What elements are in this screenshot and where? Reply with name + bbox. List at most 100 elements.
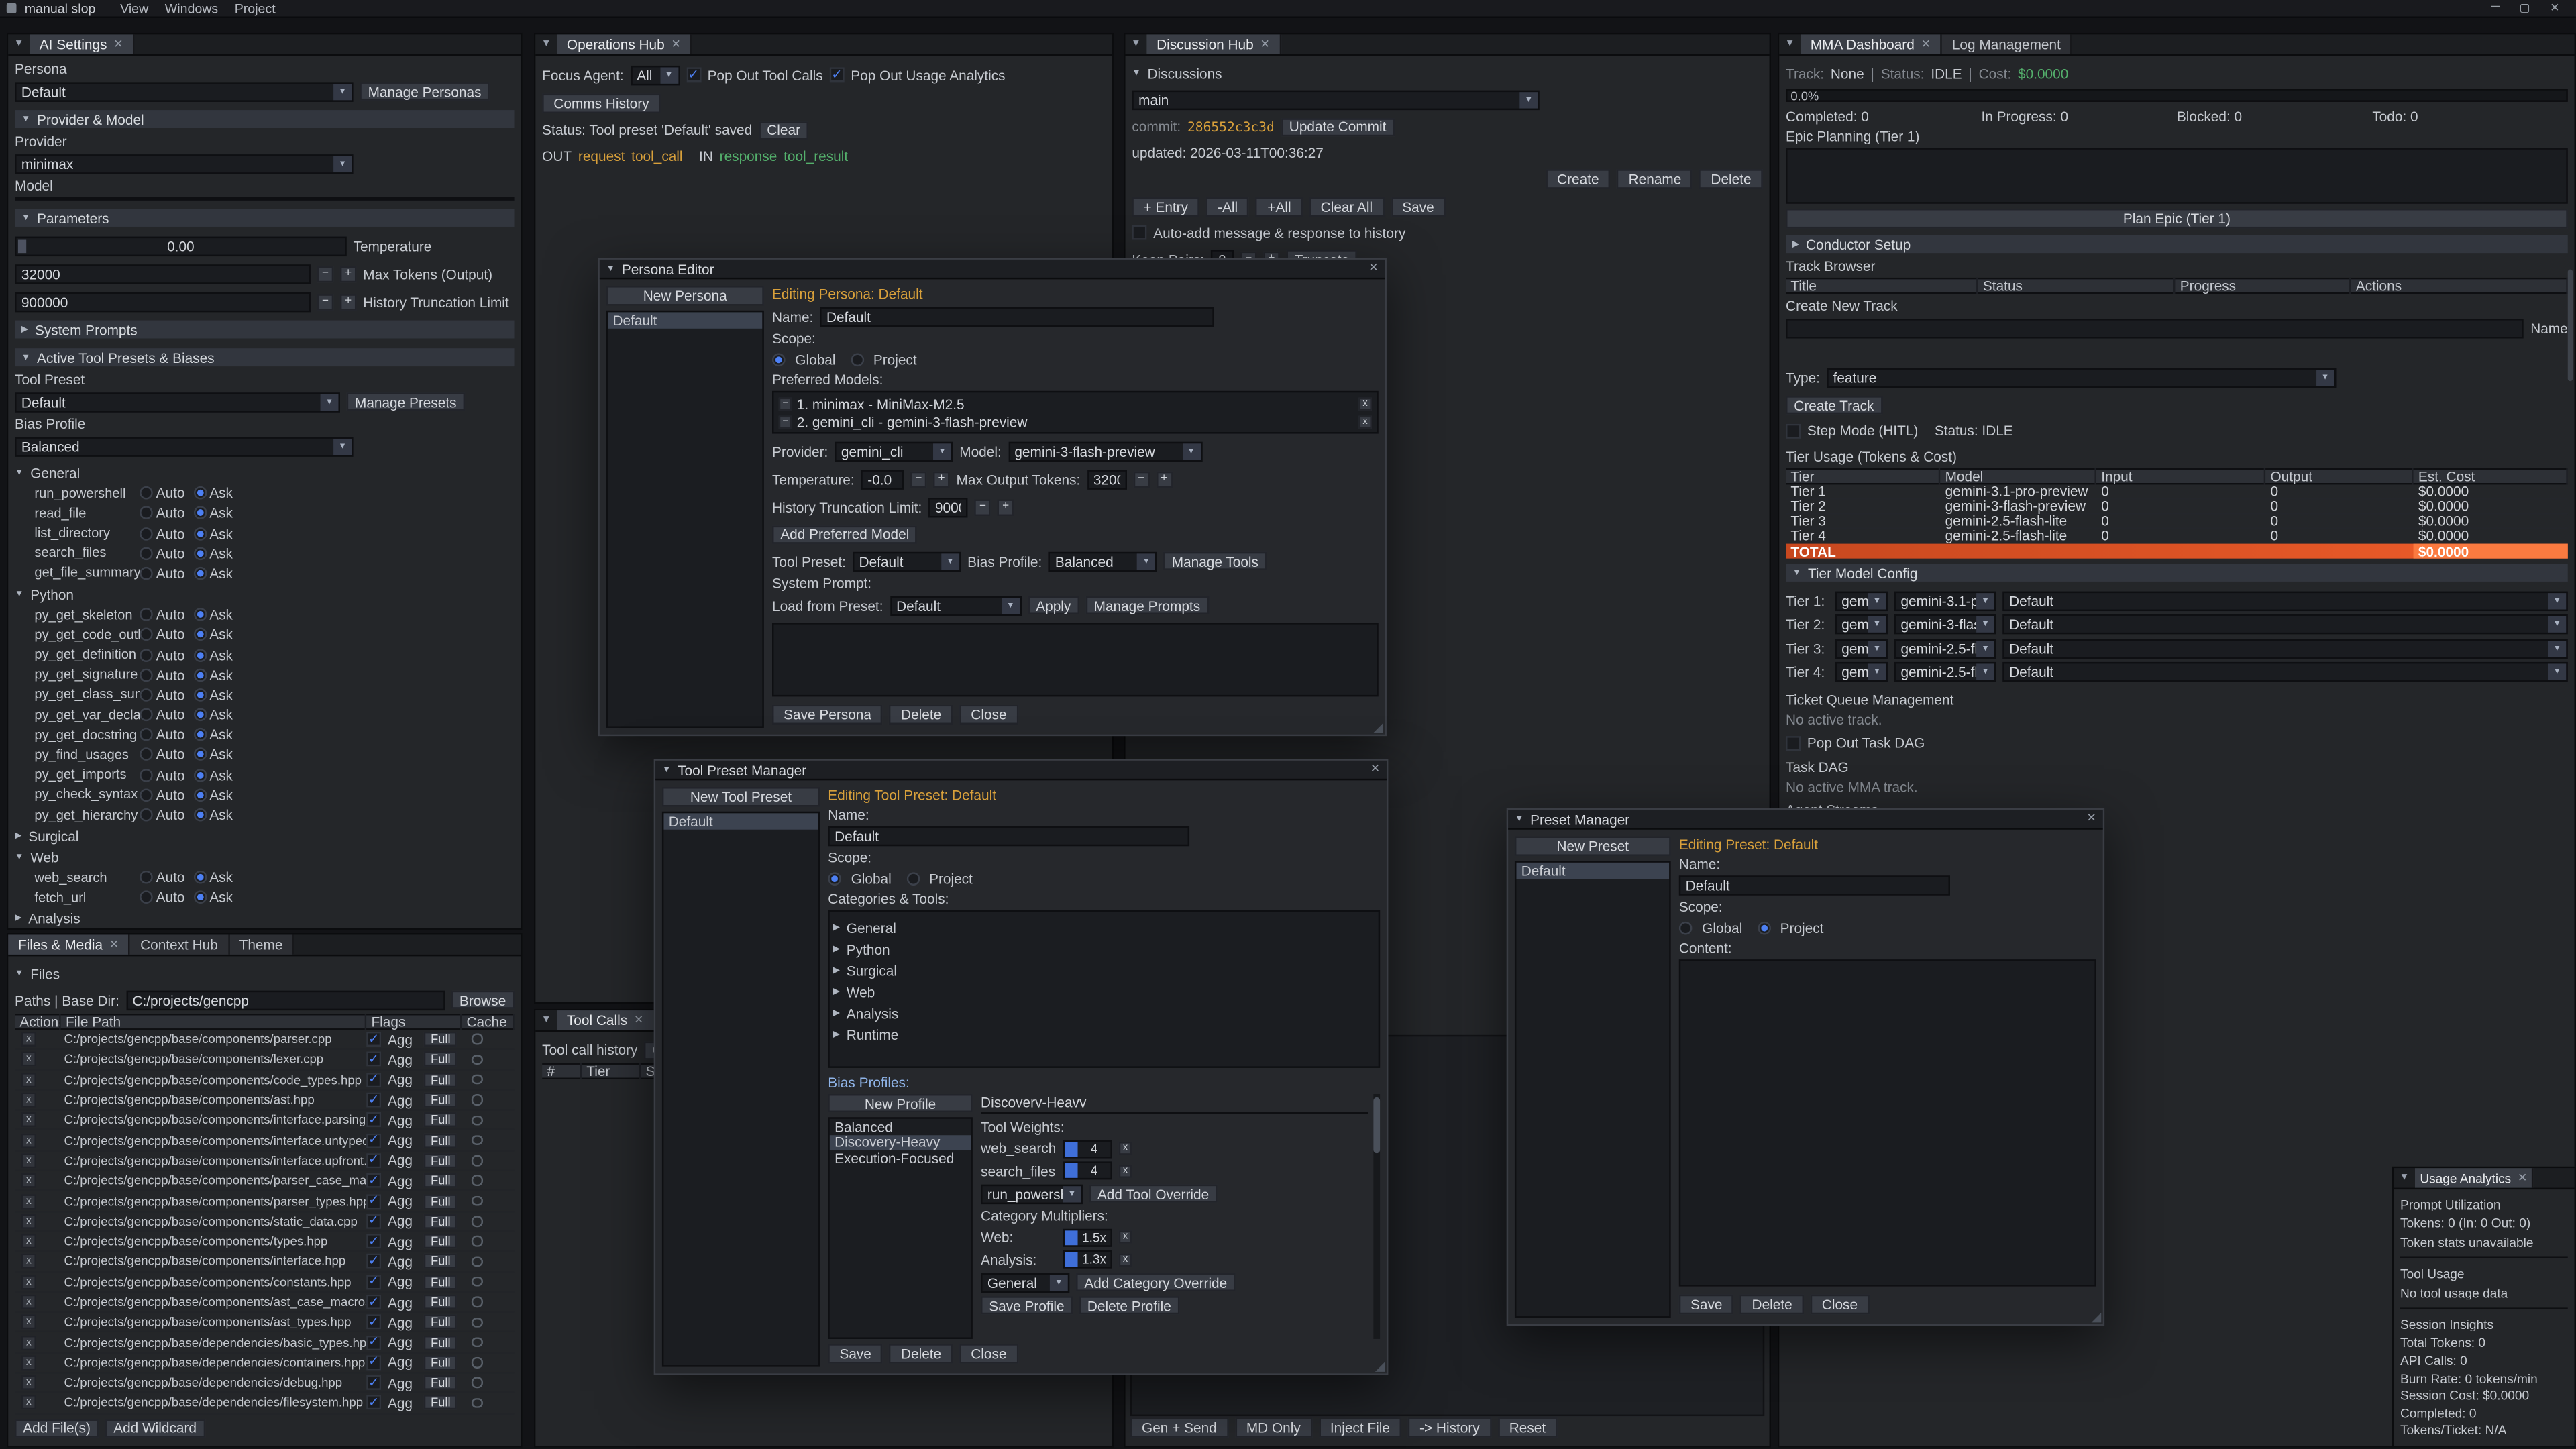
tier-model-config-header[interactable]: ▼Tier Model Config xyxy=(1786,564,2568,582)
tool-group-analysis[interactable]: ▶Analysis xyxy=(15,911,514,927)
category-analysis[interactable]: ▶Analysis xyxy=(833,1006,1375,1022)
composer-button[interactable]: Inject File xyxy=(1319,1417,1401,1436)
full-button[interactable]: Full xyxy=(424,1335,457,1350)
ask-radio[interactable] xyxy=(193,527,207,540)
active-tools-header[interactable]: ▼Active Tool Presets & Biases xyxy=(15,348,514,366)
ask-radio[interactable] xyxy=(193,567,207,580)
collapse-icon[interactable]: ▼ xyxy=(2394,1168,2415,1187)
auto-radio[interactable] xyxy=(140,748,153,761)
step-mode-checkbox[interactable] xyxy=(1786,423,1801,438)
close-tab-icon[interactable]: ✕ xyxy=(634,1014,643,1026)
tab-mma-dashboard[interactable]: MMA Dashboard ✕ xyxy=(1801,34,1942,54)
bias-profile-item[interactable]: Balanced xyxy=(830,1119,971,1134)
tab-usage-analytics[interactable]: Usage Analytics ✕ xyxy=(2415,1168,2534,1187)
reorder-button[interactable]: − xyxy=(779,396,792,410)
agg-checkbox[interactable]: ✓ xyxy=(366,1052,381,1067)
full-button[interactable]: Full xyxy=(424,1275,457,1289)
save-tool-preset-button[interactable]: Save xyxy=(828,1343,883,1362)
auto-radio[interactable] xyxy=(140,768,153,782)
model-option[interactable]: MiniMax-M2.5 xyxy=(16,199,513,200)
agg-checkbox[interactable]: ✓ xyxy=(366,1315,381,1330)
category-multiplier-value[interactable]: 1.5x xyxy=(1063,1228,1112,1246)
category-runtime[interactable]: ▶Runtime xyxy=(833,1027,1375,1043)
decrement-button[interactable]: − xyxy=(910,471,926,487)
auto-radio[interactable] xyxy=(140,688,153,702)
delete-profile-button[interactable]: Delete Profile xyxy=(1079,1296,1179,1314)
save-profile-button[interactable]: Save Profile xyxy=(981,1296,1073,1314)
agg-checkbox[interactable]: ✓ xyxy=(366,1254,381,1269)
tab-discussion-hub[interactable]: Discussion Hub ✕ xyxy=(1146,34,1281,54)
base-dir-input[interactable] xyxy=(126,990,445,1010)
decrement-button[interactable]: − xyxy=(317,266,333,282)
new-persona-button[interactable]: New Persona xyxy=(606,286,764,305)
close-preset-button[interactable]: Close xyxy=(1811,1294,1870,1313)
maximize-icon[interactable]: ▢ xyxy=(2520,1,2530,15)
ask-radio[interactable] xyxy=(193,729,207,742)
persona-name-input[interactable] xyxy=(820,307,1214,326)
full-button[interactable]: Full xyxy=(424,1315,457,1330)
agg-checkbox[interactable]: ✓ xyxy=(366,1234,381,1248)
delete-persona-button[interactable]: Delete xyxy=(890,704,953,723)
auto-radio[interactable] xyxy=(140,871,153,884)
tab-operations-hub[interactable]: Operations Hub ✕ xyxy=(557,34,692,54)
close-dialog-icon[interactable]: ✕ xyxy=(1371,764,1380,775)
remove-override-button[interactable]: x xyxy=(1119,1252,1132,1266)
full-button[interactable]: Full xyxy=(424,1173,457,1188)
scope-project-radio[interactable] xyxy=(1757,921,1770,934)
new-profile-button[interactable]: New Profile xyxy=(828,1094,973,1112)
decrement-button[interactable]: − xyxy=(317,293,333,309)
remove-file-button[interactable]: x xyxy=(21,1295,36,1309)
save-preset-button[interactable]: Save xyxy=(1679,1294,1734,1313)
remove-model-button[interactable]: x xyxy=(1358,415,1372,428)
tab-theme[interactable]: Theme xyxy=(229,934,294,954)
manage-tools-button[interactable]: Manage Tools xyxy=(1163,552,1267,570)
ask-radio[interactable] xyxy=(193,808,207,822)
tab-context-hub[interactable]: Context Hub xyxy=(130,934,229,954)
pe-history-input[interactable] xyxy=(928,497,968,517)
remove-file-button[interactable]: x xyxy=(21,1133,36,1148)
agg-checkbox[interactable]: ✓ xyxy=(366,1032,381,1046)
scope-project-radio[interactable] xyxy=(906,871,920,885)
tool-override-select[interactable]: run_powershell▼ xyxy=(981,1183,1083,1203)
tier-provider-select[interactable]: gemini▼ xyxy=(1835,591,1888,610)
agg-checkbox[interactable]: ✓ xyxy=(366,1335,381,1350)
composer-button[interactable]: Gen + Send xyxy=(1130,1417,1228,1436)
bias-profile-item[interactable]: Discovery-Heavy xyxy=(830,1134,971,1150)
tier-model-select[interactable]: gemini-3-flash-preview▼ xyxy=(1894,615,1996,635)
remove-model-button[interactable]: x xyxy=(1358,396,1372,410)
increment-button[interactable]: + xyxy=(1156,471,1172,487)
menu-project[interactable]: Project xyxy=(226,1,283,15)
provider-select[interactable]: minimax▼ xyxy=(15,154,353,173)
tier-prompt-select[interactable]: Default▼ xyxy=(2002,591,2567,610)
epic-planning-textarea[interactable] xyxy=(1786,148,2568,203)
close-dialog-icon[interactable]: ✕ xyxy=(2087,813,2096,824)
full-button[interactable]: Full xyxy=(424,1295,457,1309)
agg-checkbox[interactable]: ✓ xyxy=(366,1173,381,1188)
full-button[interactable]: Full xyxy=(424,1113,457,1128)
ask-radio[interactable] xyxy=(193,748,207,761)
remove-override-button[interactable]: x xyxy=(1119,1230,1132,1244)
auto-add-checkbox[interactable] xyxy=(1132,225,1146,240)
auto-radio[interactable] xyxy=(140,668,153,682)
save-persona-button[interactable]: Save Persona xyxy=(772,704,883,723)
close-icon[interactable]: ✕ xyxy=(2550,1,2559,15)
system-prompts-header[interactable]: ▶System Prompts xyxy=(15,321,514,339)
remove-file-button[interactable]: x xyxy=(21,1275,36,1289)
tab-ai-settings[interactable]: AI Settings ✕ xyxy=(30,34,135,54)
persona-item[interactable]: Default xyxy=(608,312,762,327)
auto-radio[interactable] xyxy=(140,608,153,621)
delete-preset-button[interactable]: Delete xyxy=(1740,1294,1803,1313)
chevron-down-icon[interactable]: ▼ xyxy=(606,264,615,274)
provider-model-header[interactable]: ▼Provider & Model xyxy=(15,110,514,128)
chevron-down-icon[interactable]: ▼ xyxy=(662,765,671,775)
ask-radio[interactable] xyxy=(193,648,207,661)
category-general[interactable]: ▶General xyxy=(833,920,1375,936)
add-wildcard-button[interactable]: Add Wildcard xyxy=(105,1419,205,1437)
auto-radio[interactable] xyxy=(140,891,153,904)
remove-file-button[interactable]: x xyxy=(21,1355,36,1370)
full-button[interactable]: Full xyxy=(424,1355,457,1370)
full-button[interactable]: Full xyxy=(424,1395,457,1410)
remove-file-button[interactable]: x xyxy=(21,1113,36,1128)
composer-button[interactable]: Reset xyxy=(1498,1417,1558,1436)
track-name-input[interactable] xyxy=(1786,318,2524,337)
